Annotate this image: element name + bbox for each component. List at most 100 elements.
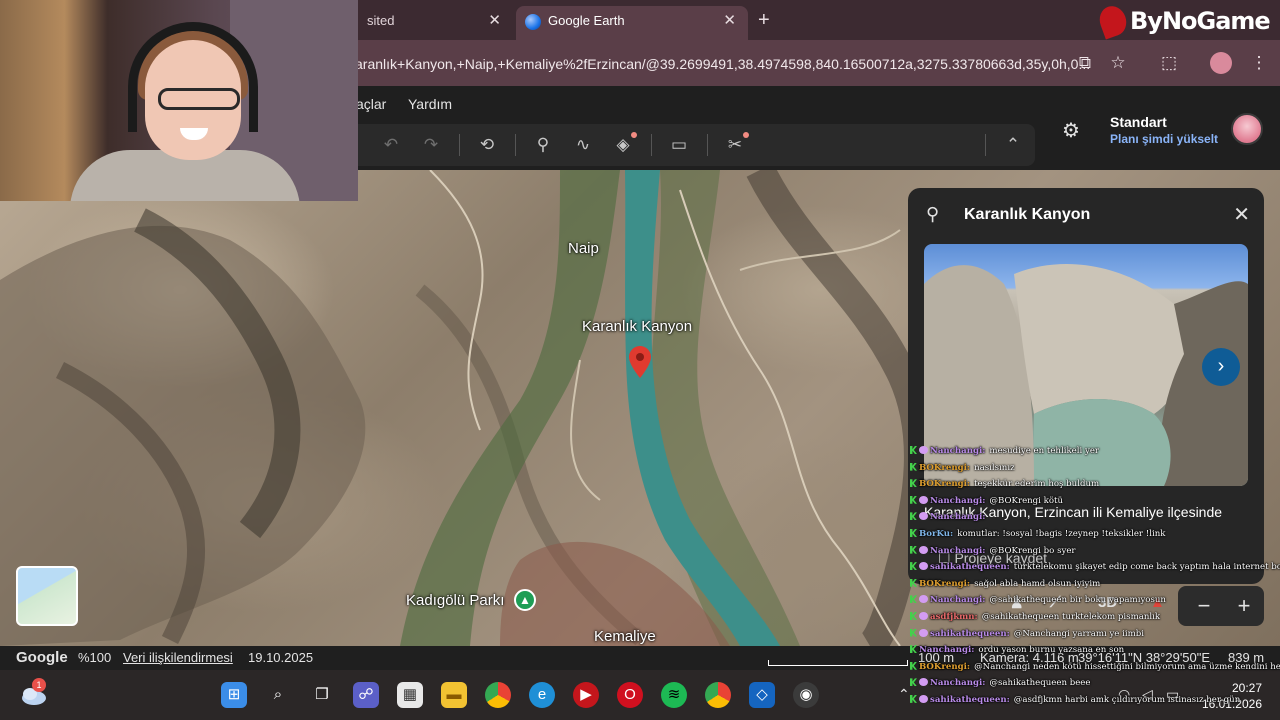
chat-text: komutlar: !sosyal !bagis !zeynep !teksik…	[957, 528, 1166, 539]
chat-message: BOKrengi: teşekkür ederim hoş buldum	[910, 476, 1280, 493]
kick-badge-icon	[910, 462, 917, 471]
chat-username: BOKrengi:	[919, 661, 971, 672]
vpn-app-icon[interactable]: ◇	[749, 682, 775, 708]
chat-text: @BOKrengi kötü	[989, 495, 1064, 506]
place-pin-icon: ⚲	[926, 204, 940, 224]
data-attribution-link[interactable]: Veri ilişkilendirmesi	[123, 650, 233, 665]
chat-username: BorKu:	[919, 528, 954, 539]
url-input[interactable]: aranlık+Kanyon,+Naip,+Kemaliye%2fErzinca…	[355, 49, 1113, 79]
chat-message: Nanchangi: @BOKrengi bo syer	[910, 543, 1280, 560]
next-photo-button[interactable]: ›	[1202, 348, 1240, 386]
account-avatar[interactable]	[1231, 113, 1263, 145]
undo-icon[interactable]: ↶	[379, 133, 403, 157]
map-label-karanlik-kanyon[interactable]: Karanlık Kanyon	[582, 318, 692, 335]
kick-badge-icon	[910, 545, 917, 554]
place-title: Karanlık Kanyon	[964, 206, 1091, 223]
opera-icon[interactable]: O	[617, 682, 643, 708]
chrome-icon[interactable]	[485, 682, 511, 708]
chat-message: BOKrengi: @Nanchangi neden kötü hissettiğ…	[910, 659, 1280, 676]
tools-badge	[743, 132, 749, 138]
minimap-thumbnail[interactable]	[16, 566, 78, 626]
kick-badge-icon	[910, 595, 917, 604]
chat-username: Nanchangi:	[930, 446, 986, 456]
teams-icon[interactable]: ☍	[353, 682, 379, 708]
chat-message: Nanchangi: mesudiye en tehlikeli yer	[910, 443, 1280, 460]
zoom-percent: %100	[78, 650, 112, 665]
chat-text: türktelekomu şikayet edip come back yapt…	[1013, 562, 1280, 573]
map-label-naip[interactable]: Naip	[568, 240, 599, 257]
kick-badge-icon	[910, 562, 917, 571]
chat-username: Nanchangi:	[919, 645, 975, 656]
kick-badge-icon	[910, 678, 917, 687]
start-button-icon[interactable]: ⊞	[221, 682, 247, 708]
media-player-icon[interactable]: ▶	[573, 682, 599, 708]
chat-text: @sahikathequeen beee	[989, 678, 1091, 689]
chat-text: sağol abla hamd olsun iyiyim	[974, 578, 1101, 589]
obs-icon[interactable]: ◉	[793, 682, 819, 708]
kick-badge-icon	[910, 495, 917, 504]
chat-message: Nanchangi: @sahikathequeen bir boku yapam…	[910, 592, 1280, 609]
extensions-icon[interactable]: ⬚	[1158, 52, 1180, 74]
kick-badge-icon	[910, 611, 917, 620]
browser-menu-icon[interactable]: ⋮	[1248, 52, 1270, 74]
chat-message: sahikathequeen: @asdfjkmn harbi amk çıldı…	[910, 692, 1280, 709]
draw-path-icon[interactable]: ∿	[571, 133, 595, 157]
search-icon[interactable]: ⌕	[265, 682, 291, 708]
bookmark-star-icon[interactable]: ☆	[1107, 52, 1129, 74]
new-tab-button[interactable]: +	[758, 6, 770, 34]
chat-username: sahikathequeen:	[930, 628, 1010, 639]
google-earth-icon	[525, 14, 541, 30]
chat-message: Nanchangi: ordu yason burnu yazsana en so…	[910, 642, 1280, 659]
notification-badge: 1	[32, 678, 46, 692]
chat-username: asdfjkmn:	[930, 611, 978, 622]
subscriber-badge-icon	[919, 611, 928, 620]
earth-toolbar: ↶ ↷ ⟲ ⚲ ∿ ◈ ▭ ✂ ⌃	[355, 124, 1035, 166]
file-explorer-icon[interactable]: ▬	[441, 682, 467, 708]
close-icon[interactable]: ✕	[723, 6, 736, 36]
kick-badge-icon	[910, 628, 917, 637]
edge-icon[interactable]: e	[529, 682, 555, 708]
spotify-icon[interactable]: ≋	[661, 682, 687, 708]
settings-gear-icon[interactable]: ⚙	[1062, 118, 1080, 143]
history-icon[interactable]: ⟲	[475, 133, 499, 157]
subscriber-badge-icon	[919, 678, 928, 687]
chat-username: Nanchangi:	[930, 678, 986, 689]
profile-avatar[interactable]	[1210, 52, 1232, 74]
upgrade-plan-link[interactable]: Planı şimdi yükselt	[1110, 132, 1218, 146]
chat-message: BorKu: komutlar: !sosyal !bagis !zeynep !…	[910, 526, 1280, 543]
google-logo: Google	[16, 649, 68, 666]
kick-badge-icon	[910, 645, 917, 654]
chrome-profile-icon[interactable]	[705, 682, 731, 708]
chat-text: teşekkür ederim hoş buldum	[974, 479, 1100, 490]
chat-username: Nanchangi:	[930, 595, 986, 606]
location-pin-icon[interactable]	[629, 346, 651, 378]
chat-text: @Nanchangi neden kötü hissettiğini bilmi…	[974, 661, 1280, 672]
menu-help[interactable]: Yardım	[408, 96, 452, 112]
subscriber-badge-icon	[919, 495, 928, 504]
measure-ruler-icon[interactable]: ▭	[667, 133, 691, 157]
tab-google-earth[interactable]: Google Earth ✕	[516, 6, 748, 40]
chat-text: @BOKrengi bo syer	[989, 545, 1076, 556]
collapse-toolbar-icon[interactable]: ⌃	[1001, 133, 1025, 157]
chat-message: asdfjkmn: @sahikathequeen turktelekom pis…	[910, 609, 1280, 626]
menu-tools[interactable]: açlar	[356, 96, 386, 112]
park-icon[interactable]: ▲	[514, 589, 536, 611]
store-icon[interactable]: ▦	[397, 682, 423, 708]
chat-text: ordu yason burnu yazsana en son	[978, 645, 1125, 656]
install-app-icon[interactable]: ⧉	[1074, 52, 1096, 74]
chat-username: Nanchangi:	[930, 495, 986, 506]
map-label-kadigolu-parki[interactable]: Kadıgölü Parkı	[406, 592, 504, 609]
map-label-kemaliye[interactable]: Kemaliye	[594, 628, 656, 645]
chat-username: sahikathequeen:	[930, 694, 1010, 705]
subscriber-badge-icon	[919, 628, 928, 637]
tray-overflow-icon[interactable]: ⌃	[898, 686, 910, 703]
tab-visited[interactable]: sited ✕	[355, 6, 513, 40]
close-panel-button[interactable]: ✕	[1233, 202, 1250, 227]
chat-text: @sahikathequeen turktelekom pismanlık	[981, 611, 1161, 622]
chat-text: @sahikathequeen bir boku yapamıyosun	[989, 595, 1166, 606]
add-placemark-icon[interactable]: ⚲	[531, 133, 555, 157]
task-view-icon[interactable]: ❐	[309, 682, 335, 708]
kick-badge-icon	[910, 512, 917, 521]
close-icon[interactable]: ✕	[488, 6, 501, 36]
redo-icon[interactable]: ↷	[419, 133, 443, 157]
